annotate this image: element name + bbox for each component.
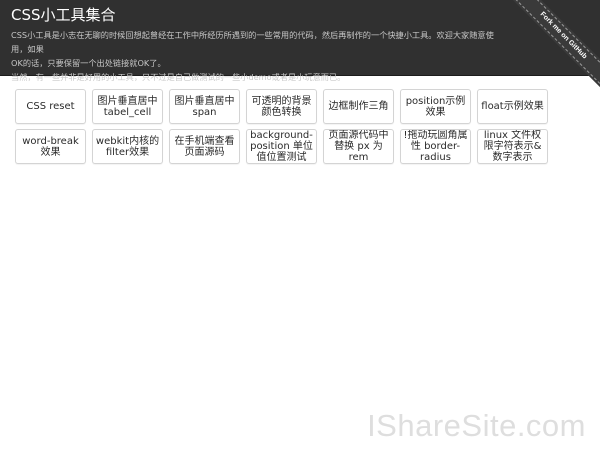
tool-px-to-rem-button[interactable]: 页面源代码中替换 px 为 rem	[323, 129, 394, 164]
github-ribbon: Fork me on GitHub	[500, 0, 600, 100]
tool-transparent-bg-color-button[interactable]: 可透明的背景颜色转换	[246, 89, 317, 124]
intro-line-1: CSS小工具是小志在无聊的时候回想起曾经在工作中所经历所遇到的一些常用的代码，然…	[11, 30, 494, 54]
tool-border-radius-drag-button[interactable]: !拖动玩圆角属性 border-radius	[400, 129, 471, 164]
tool-position-demo-button[interactable]: position示例效果	[400, 89, 471, 124]
tool-row-1: CSS reset 图片垂直居中tabel_cell 图片垂直居中span 可透…	[15, 89, 555, 124]
tool-image-center-table-cell-button[interactable]: 图片垂直居中tabel_cell	[92, 89, 163, 124]
fork-me-on-github-link[interactable]: Fork me on GitHub	[504, 0, 600, 95]
tool-background-position-button[interactable]: background-position 单位值位置测试	[246, 129, 317, 164]
tool-mobile-view-source-button[interactable]: 在手机端查看页面源码	[169, 129, 240, 164]
tool-row-2: word-break效果 webkit内核的filter效果 在手机端查看页面源…	[15, 129, 555, 164]
tool-word-break-button[interactable]: word-break效果	[15, 129, 86, 164]
intro-line-3: 当然，有一些并非是好用的小工具，只不过是自己做测试的一些小demo或者是小玩意而…	[11, 72, 346, 82]
tool-border-triangle-button[interactable]: 边框制作三角	[323, 89, 394, 124]
page: CSS小工具集合 CSS小工具是小志在无聊的时候回想起曾经在工作中所经历所遇到的…	[0, 0, 600, 450]
site-watermark: IShareSite.com	[367, 408, 586, 443]
intro-line-2: OK的话，只要保留一个出处链接就OK了。	[11, 58, 166, 68]
tool-image-center-span-button[interactable]: 图片垂直居中span	[169, 89, 240, 124]
tool-css-reset-button[interactable]: CSS reset	[15, 89, 86, 124]
tool-grid: CSS reset 图片垂直居中tabel_cell 图片垂直居中span 可透…	[15, 89, 555, 169]
tool-linux-permissions-button[interactable]: linux 文件权限字符表示&数字表示	[477, 129, 548, 164]
page-title: CSS小工具集合	[11, 6, 116, 24]
tool-webkit-filter-button[interactable]: webkit内核的filter效果	[92, 129, 163, 164]
